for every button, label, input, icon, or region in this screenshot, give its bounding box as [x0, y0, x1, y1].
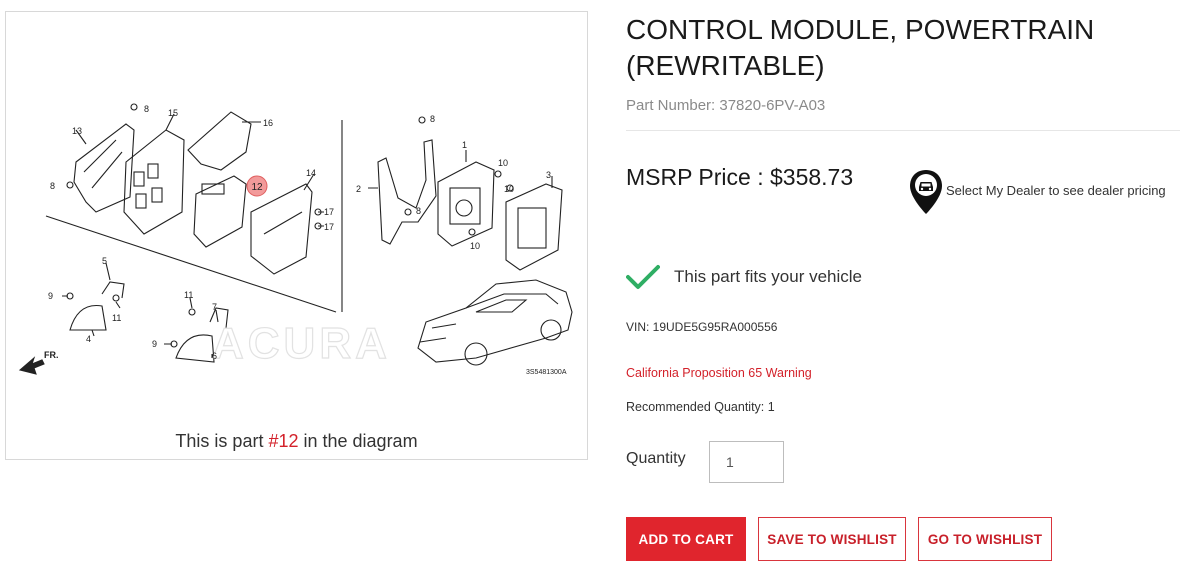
- vehicle-illustration: [417, 279, 573, 366]
- callout-11b: 11: [184, 290, 193, 300]
- go-to-wishlist-button[interactable]: GO TO WISHLIST: [918, 517, 1052, 561]
- part-14-shield: [250, 183, 313, 275]
- callout-17b: 17: [324, 222, 334, 232]
- callout-15: 15: [168, 108, 178, 118]
- callout-8c: 8: [430, 114, 435, 124]
- diagram-caption: This is part #12 in the diagram: [6, 431, 587, 452]
- callout-7: 7: [212, 302, 217, 312]
- callout-9b: 9: [152, 339, 157, 349]
- part-4-horn: [69, 304, 107, 331]
- checkmark-icon: [626, 265, 660, 289]
- callout-8d: 8: [416, 206, 421, 216]
- divider: [626, 130, 1180, 131]
- part-3-bracket: [505, 183, 563, 271]
- part-2-bracket: [377, 139, 437, 245]
- quantity-input[interactable]: [709, 441, 784, 483]
- callout-11: 11: [112, 313, 121, 323]
- callout-4: 4: [86, 334, 91, 344]
- msrp-price: MSRP Price : $358.73: [626, 164, 854, 190]
- callout-17: 17: [324, 207, 334, 217]
- part-number: Part Number: 37820-6PV-A03: [626, 97, 826, 114]
- callout-10c: 10: [470, 241, 480, 251]
- callout-2: 2: [356, 184, 361, 194]
- callout-10b: 10: [504, 184, 514, 194]
- callout-12-label: 12: [251, 182, 263, 193]
- recommended-quantity: Recommended Quantity: 1: [626, 400, 775, 414]
- map-pin-car-icon[interactable]: [908, 168, 944, 216]
- save-to-wishlist-button[interactable]: SAVE TO WISHLIST: [758, 517, 906, 561]
- callout-10: 10: [498, 158, 508, 168]
- callout-13: 13: [72, 126, 82, 136]
- callout-16: 16: [263, 118, 273, 128]
- vin-number: VIN: 19UDE5G95RA000556: [626, 320, 778, 334]
- callout-5: 5: [102, 256, 107, 266]
- add-to-cart-button[interactable]: ADD TO CART: [626, 517, 746, 561]
- part-16-cover: [187, 111, 252, 171]
- select-dealer-link[interactable]: Select My Dealer to see dealer pricing: [946, 183, 1166, 198]
- callout-6: 6: [212, 351, 217, 361]
- part-6-horn: [175, 334, 215, 363]
- caption-part-number: #12: [268, 431, 299, 451]
- parts-diagram[interactable]: ACURA 12 13 15 8 16 8 14 17 17 8 1 2 10 …: [6, 12, 587, 422]
- caption-prefix: This is part: [175, 431, 269, 451]
- callout-8: 8: [144, 104, 149, 114]
- callout-9: 9: [48, 291, 53, 301]
- quantity-label: Quantity: [626, 450, 686, 467]
- diagram-code: 3S5481300A: [526, 369, 567, 376]
- callout-8b: 8: [50, 181, 55, 191]
- callout-14: 14: [306, 168, 316, 178]
- part-1-ecu: [437, 161, 495, 247]
- front-marker-label: FR.: [44, 350, 59, 360]
- callout-1: 1: [462, 140, 467, 150]
- fitment-status: This part fits your vehicle: [674, 267, 863, 286]
- prop65-warning-link[interactable]: California Proposition 65 Warning: [626, 366, 812, 380]
- front-arrow-icon: [18, 356, 45, 375]
- diagram-watermark: ACURA: [212, 319, 391, 368]
- caption-suffix: in the diagram: [298, 431, 418, 451]
- callout-3: 3: [546, 170, 551, 180]
- product-title: CONTROL MODULE, POWERTRAIN (REWRITABLE): [626, 14, 1095, 81]
- parts-diagram-panel: ACURA 12 13 15 8 16 8 14 17 17 8 1 2 10 …: [5, 11, 588, 460]
